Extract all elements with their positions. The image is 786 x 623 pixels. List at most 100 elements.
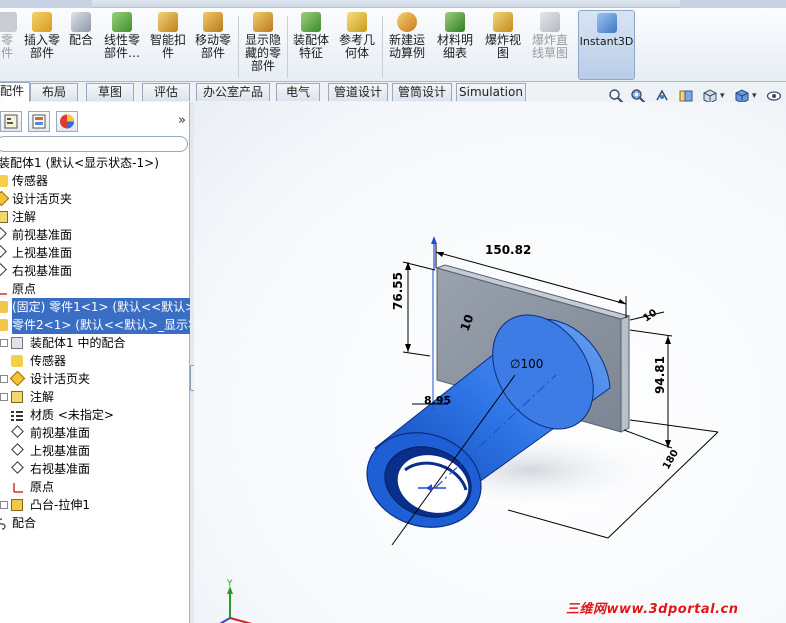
mate-button[interactable]: 配合 [66,10,96,80]
tree-item-boss-extrude[interactable]: 凸台-拉伸1 [0,496,190,514]
tab-evaluate[interactable]: 评估 [142,83,190,101]
bill-of-materials-button[interactable]: 材料明 细表 [433,10,477,80]
tree-item-front-plane-2[interactable]: 前视基准面 [0,424,190,442]
show-hidden-components-button[interactable]: 显示隐 藏的零 部件 [242,10,284,80]
tab-piping[interactable]: 管道设计 [328,83,388,101]
button-label: 爆炸直 线草图 [531,33,568,60]
move-component-button[interactable]: 移动零 部件 [192,10,234,80]
tree-item-label: 注解 [30,390,55,404]
exploded-view-button[interactable]: 爆炸视 图 [481,10,525,80]
coordinate-triad: Y [219,579,253,623]
annotation-icon [11,391,23,403]
tree-item-part2[interactable]: 零件2<1> (默认<<默认>_显示状态 [0,316,215,334]
reference-geometry-button[interactable]: 参考几 何体 [336,10,378,80]
new-part-button[interactable]: 零 件 [0,10,20,80]
title-strip-segment [0,0,92,8]
tree-item-mates[interactable]: 配合 [0,514,190,532]
plane-icon [11,461,24,474]
button-label: Instant3D [579,35,634,48]
property-manager-tab[interactable] [28,111,50,132]
plane-icon [11,425,24,438]
tree-root[interactable]: 装配体1 (默认<显示状态-1>) [0,154,190,172]
button-label: 零 件 [0,33,13,60]
motion-study-icon [397,12,417,32]
feature-manager-tab[interactable] [0,111,22,132]
panel-tabs: » [0,109,190,133]
tree-item-label: 零件2<1> (默认<<默认>_显示状态 [12,316,215,334]
plane-icon [0,227,7,240]
plane-icon [0,263,7,276]
tree-item-front-plane[interactable]: 前视基准面 [0,226,190,244]
insert-component-button[interactable]: 插入零 部件 [22,10,62,80]
tree-item-top-plane-2[interactable]: 上视基准面 [0,442,190,460]
tree-item-part1[interactable]: (固定) 零件1<1> (默认<<默认>_ [0,298,204,316]
tree-item-annotations-2[interactable]: 注解 [0,388,190,406]
tab-simulation[interactable]: Simulation [456,83,526,101]
instant3d-button[interactable]: Instant3D [578,10,635,80]
expander-icon[interactable] [0,339,8,347]
tree-item-assembly-mates[interactable]: 装配体1 中的配合 [0,334,190,352]
smart-fasteners-button[interactable]: 智能扣 件 [148,10,188,80]
dimension-height-right[interactable]: 94.81 [653,356,667,394]
expander-icon[interactable] [0,501,8,509]
expander-icon[interactable] [0,393,8,401]
move-component-icon [203,12,223,32]
tree-item-top-plane[interactable]: 上视基准面 [0,244,190,262]
ribbon-separator [238,16,239,78]
tree-item-right-plane[interactable]: 右视基准面 [0,262,190,280]
button-label: 装配体 特征 [292,33,329,60]
tree-item-origin[interactable]: 原点 [0,280,190,298]
expander-icon[interactable] [0,375,8,383]
new-motion-study-button[interactable]: 新建运 动算例 [385,10,429,80]
collapse-panel-icon[interactable]: » [178,113,186,128]
tree-item-label: 凸台-拉伸1 [30,498,90,512]
reference-geometry-icon [347,12,367,32]
binder-icon [0,190,10,207]
tree-item-sensors-2[interactable]: 传感器 [0,352,190,370]
tree-item-sensors[interactable]: 传感器 [0,172,190,190]
tab-electrical[interactable]: 电气 [276,83,320,101]
tree-item-design-binder[interactable]: 设计活页夹 [0,190,190,208]
model-canvas[interactable]: 150.82 76.55 10 10 ∅100 94.81 180 8.95 Y [194,102,786,623]
dimension-side-thickness[interactable]: 10 [641,307,659,324]
tab-tubing[interactable]: 管筒设计 [392,83,452,101]
triad-y-label: Y [226,579,233,589]
dimension-offset[interactable]: 8.95 [424,394,451,407]
dimension-diameter[interactable]: ∅100 [510,357,543,371]
explode-line-sketch-button[interactable]: 爆炸直 线草图 [528,10,572,80]
dimension-height-left[interactable]: 76.55 [391,272,405,310]
tree-item-material[interactable]: 材质 <未指定> [0,406,190,424]
button-label: 新建运 动算例 [388,33,425,60]
assembly-features-icon [301,12,321,32]
plane-icon [11,443,24,456]
bill-of-materials-icon [445,12,465,32]
tree-item-label: 设计活页夹 [30,372,91,386]
tab-office-products[interactable]: 办公室产品 [196,83,270,101]
dimension-length[interactable]: 180 [661,448,681,472]
tree-item-origin-2[interactable]: 原点 [0,478,190,496]
part-icon [0,301,8,313]
sensor-icon [11,355,23,367]
graphics-area[interactable]: 150.82 76.55 10 10 ∅100 94.81 180 8.95 Y [194,102,786,623]
plane-icon [0,245,7,258]
sensor-icon [0,175,8,187]
tree-item-design-binder-2[interactable]: 设计活页夹 [0,370,190,388]
dimension-width[interactable]: 150.82 [485,243,531,257]
linear-pattern-button[interactable]: 线性零 部件… [100,10,144,80]
tree-filter-input[interactable] [0,136,188,152]
paperclip-icon [71,12,91,32]
assembly-features-button[interactable]: 装配体 特征 [290,10,332,80]
display-manager-tab[interactable] [56,111,78,132]
tab-sketch[interactable]: 草图 [86,83,134,101]
button-label: 线性零 部件… [103,33,140,60]
tree-item-annotations[interactable]: 注解 [0,208,190,226]
feature-tree: 装配体1 (默认<显示状态-1>) 传感器 设计活页夹 注解 前视基准面 上视基… [0,154,215,532]
tab-layout[interactable]: 布局 [30,83,78,101]
tree-item-label: 前视基准面 [12,228,73,242]
tab-assembly[interactable]: 配件 [0,82,30,102]
tree-item-right-plane-2[interactable]: 右视基准面 [0,460,190,478]
binder-icon [9,370,26,387]
instant3d-icon [596,13,617,33]
ribbon-separator [382,16,383,78]
part-icon [0,319,8,331]
